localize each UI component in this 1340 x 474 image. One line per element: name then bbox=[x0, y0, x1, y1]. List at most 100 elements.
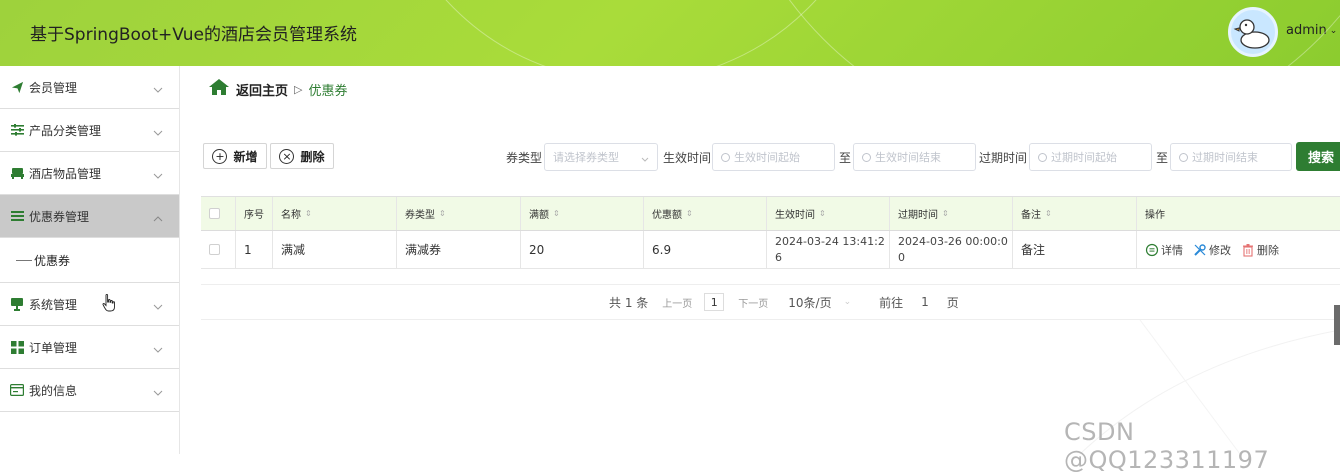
page-suffix-label: 页 bbox=[946, 295, 959, 310]
cell-end-time: 2024-03-26 00:00:0 0 bbox=[890, 231, 1013, 268]
coupon-type-select[interactable]: 请选择券类型 bbox=[544, 143, 658, 171]
expire-to-label: 至 bbox=[1156, 151, 1169, 165]
sidebar: 会员管理 产品分类管理 酒店物品管理 优惠券管理 优惠券 系统管理 订单管理 我… bbox=[0, 66, 180, 454]
cell-index: 1 bbox=[236, 231, 273, 268]
table-header: 序号 名称 ⇕ 券类型 ⇕ 满额 ⇕ 优惠额 ⇕ 生效时间 ⇕ 过期时间 ⇕ 备注 ⇕ 操作 bbox=[201, 197, 1340, 231]
edit-button[interactable]: 修改 bbox=[1193, 242, 1231, 258]
select-all-checkbox[interactable] bbox=[209, 208, 220, 219]
sidebar-item-system[interactable]: 系统管理 bbox=[0, 283, 179, 326]
effective-end-placeholder: 生效时间结束 bbox=[875, 151, 941, 164]
chevron-up-icon bbox=[153, 211, 163, 225]
header-label: 满额 bbox=[529, 210, 549, 221]
cell-threshold: 20 bbox=[521, 231, 644, 268]
chevron-down-icon bbox=[153, 342, 163, 356]
expire-end-input[interactable]: 过期时间结束 bbox=[1170, 143, 1292, 171]
sort-icon: ⇕ bbox=[305, 209, 312, 218]
header-label: 生效时间 bbox=[775, 210, 815, 221]
goto-label: 前往 bbox=[879, 295, 904, 310]
sort-icon: ⇕ bbox=[686, 209, 693, 218]
page-number[interactable]: 1 bbox=[704, 293, 725, 311]
duck-icon bbox=[1233, 19, 1270, 49]
breadcrumb: 返回主页 ▷ 优惠券 bbox=[208, 78, 348, 100]
clock-icon bbox=[862, 152, 871, 162]
detail-button[interactable]: 详情 bbox=[1145, 242, 1183, 258]
chevron-down-icon bbox=[153, 299, 163, 313]
clock-icon bbox=[721, 152, 730, 162]
sidebar-item-hotel-goods[interactable]: 酒店物品管理 bbox=[0, 152, 179, 195]
effective-to-label: 至 bbox=[839, 151, 852, 165]
coupon-type-placeholder: 请选择券类型 bbox=[553, 151, 619, 164]
sidebar-item-label: 酒店物品管理 bbox=[29, 166, 102, 181]
home-icon[interactable] bbox=[208, 78, 230, 100]
sidebar-item-label: 优惠券管理 bbox=[29, 209, 90, 224]
next-page-button[interactable]: 下一页 bbox=[738, 295, 768, 310]
page-size-select[interactable]: 10条/页 bbox=[788, 294, 831, 311]
header-label: 名称 bbox=[281, 210, 301, 221]
sidebar-item-label: 会员管理 bbox=[29, 80, 78, 95]
close-circle-icon: × bbox=[279, 148, 295, 164]
header-index: 序号 bbox=[236, 197, 273, 230]
table-row: 1 满减 满减券 20 6.9 2024-03-24 13:41:2 6 202… bbox=[201, 231, 1340, 269]
cell-name: 满减 bbox=[273, 231, 397, 268]
header-end-time[interactable]: 过期时间 ⇕ bbox=[890, 197, 1013, 230]
coupon-type-label: 券类型 bbox=[506, 151, 543, 165]
pagination-total: 共 1 条 bbox=[609, 295, 649, 310]
sort-icon: ⇕ bbox=[1045, 209, 1052, 218]
add-button-label: 新增 bbox=[233, 149, 258, 164]
header-type[interactable]: 券类型 ⇕ bbox=[397, 197, 521, 230]
trash-icon bbox=[1243, 243, 1253, 257]
wrench-icon bbox=[1194, 243, 1206, 256]
user-menu[interactable]: admin ⌄ bbox=[1286, 23, 1337, 38]
search-button-label: 搜索 bbox=[1308, 151, 1335, 166]
sidebar-item-label: 产品分类管理 bbox=[29, 123, 102, 138]
expire-time-label: 过期时间 bbox=[979, 151, 1028, 165]
select-all-cell bbox=[201, 197, 236, 230]
breadcrumb-home-link[interactable]: 返回主页 bbox=[236, 80, 288, 99]
row-checkbox[interactable] bbox=[209, 244, 220, 255]
monitor-icon bbox=[10, 297, 24, 311]
delete-row-label: 删除 bbox=[1257, 243, 1279, 257]
header-name[interactable]: 名称 ⇕ bbox=[273, 197, 397, 230]
chevron-down-icon bbox=[153, 82, 163, 96]
header-threshold[interactable]: 满额 ⇕ bbox=[521, 197, 644, 230]
expire-start-placeholder: 过期时间起始 bbox=[1051, 151, 1117, 164]
goto-page-input[interactable]: 1 bbox=[921, 295, 929, 309]
add-button[interactable]: + 新增 bbox=[203, 143, 267, 169]
sidebar-item-my-info[interactable]: 我的信息 bbox=[0, 369, 179, 412]
prev-page-button[interactable]: 上一页 bbox=[662, 295, 692, 310]
sidebar-item-coupon-management[interactable]: 优惠券管理 bbox=[0, 195, 179, 238]
scrollbar-thumb[interactable] bbox=[1334, 305, 1340, 345]
sidebar-item-product-category[interactable]: 产品分类管理 bbox=[0, 109, 179, 152]
delete-button[interactable]: × 删除 bbox=[270, 143, 334, 169]
header-label: 操作 bbox=[1145, 210, 1165, 221]
header-actions: 操作 bbox=[1137, 197, 1340, 230]
expire-start-input[interactable]: 过期时间起始 bbox=[1029, 143, 1152, 171]
cell-start-time: 2024-03-24 13:41:2 6 bbox=[767, 231, 890, 268]
header-remark[interactable]: 备注 ⇕ bbox=[1013, 197, 1137, 230]
grid-icon bbox=[10, 340, 24, 354]
sidebar-item-member[interactable]: 会员管理 bbox=[0, 66, 179, 109]
expire-end-placeholder: 过期时间结束 bbox=[1192, 151, 1258, 164]
list-icon bbox=[10, 209, 24, 223]
effective-time-label: 生效时间 bbox=[663, 151, 712, 165]
header-label: 备注 bbox=[1021, 210, 1041, 221]
header-start-time[interactable]: 生效时间 ⇕ bbox=[767, 197, 890, 230]
delete-button-label: 删除 bbox=[300, 149, 325, 164]
breadcrumb-current: 优惠券 bbox=[308, 83, 348, 99]
effective-end-input[interactable]: 生效时间结束 bbox=[853, 143, 976, 171]
sidebar-item-orders[interactable]: 订单管理 bbox=[0, 326, 179, 369]
cell-discount: 6.9 bbox=[644, 231, 767, 268]
header-discount[interactable]: 优惠额 ⇕ bbox=[644, 197, 767, 230]
delete-row-button[interactable]: 删除 bbox=[1241, 242, 1279, 258]
header-label: 券类型 bbox=[405, 210, 435, 221]
avatar[interactable] bbox=[1228, 7, 1278, 57]
breadcrumb-separator-icon: ▷ bbox=[294, 82, 303, 96]
chevron-down-icon: ⌄ bbox=[843, 297, 852, 307]
cell-remark: 备注 bbox=[1013, 231, 1137, 268]
search-button[interactable]: 搜索 bbox=[1296, 142, 1340, 171]
plus-circle-icon: + bbox=[212, 148, 228, 164]
row-select-cell bbox=[201, 231, 236, 268]
sidebar-subitem-coupon[interactable]: 优惠券 bbox=[0, 238, 179, 283]
chevron-down-icon: ⌄ bbox=[1329, 25, 1338, 36]
effective-start-input[interactable]: 生效时间起始 bbox=[712, 143, 835, 171]
